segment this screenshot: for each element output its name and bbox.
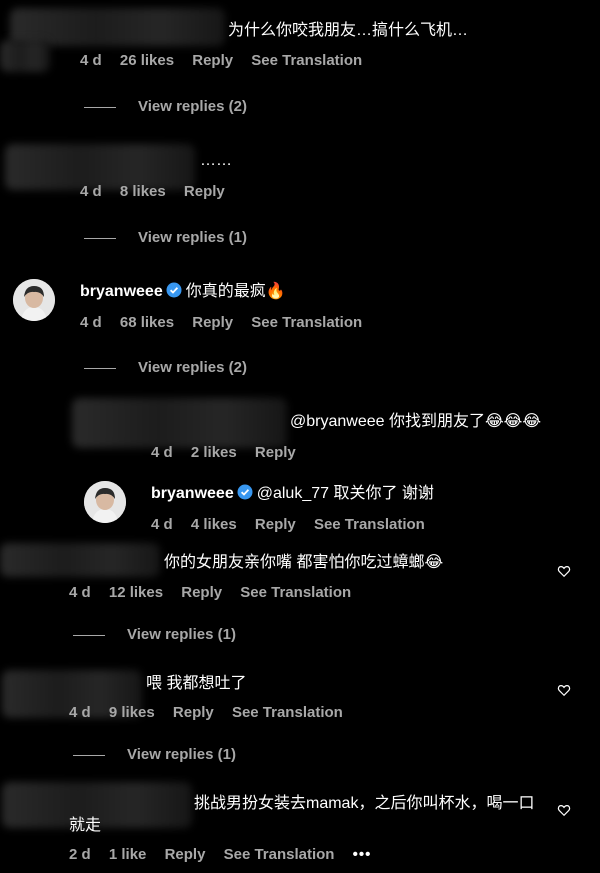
heart-outline-icon[interactable]	[557, 683, 571, 697]
view-replies-label: View replies (2)	[138, 98, 247, 115]
comment-text: @bryanweee 你找到朋友了😂😂😂	[290, 413, 542, 430]
comment-time: 4 d	[151, 444, 173, 461]
replies-line	[84, 237, 116, 239]
comment-text: @aluk_77 取关你了 谢谢	[256, 485, 434, 502]
username[interactable]: bryanweee	[151, 485, 234, 502]
reply-button[interactable]: Reply	[181, 584, 222, 601]
comment-meta: 4 d 26 likes Reply See Translation	[80, 52, 376, 69]
replies-line	[84, 367, 116, 369]
comment-time: 4 d	[69, 704, 91, 721]
view-replies-button[interactable]: View replies (1)	[84, 229, 247, 246]
comment-text-line: bryanweee @aluk_77 取关你了 谢谢	[151, 483, 434, 505]
heart-outline-icon[interactable]	[557, 803, 571, 817]
comment-text: 挑战男扮女装去mamak，之后你叫杯水，喝一口就走	[69, 795, 535, 834]
likes-count[interactable]: 4 likes	[191, 516, 237, 533]
comment-time: 4 d	[80, 183, 102, 200]
view-replies-button[interactable]: View replies (1)	[73, 626, 236, 643]
reply-button[interactable]: Reply	[192, 314, 233, 331]
view-replies-label: View replies (2)	[138, 359, 247, 376]
likes-count[interactable]: 68 likes	[120, 314, 174, 331]
view-replies-label: View replies (1)	[127, 746, 236, 763]
see-translation-button[interactable]: See Translation	[251, 52, 362, 69]
avatar[interactable]	[13, 279, 55, 321]
comment-text: 你的女朋友亲你嘴 都害怕你吃过蟑螂😂	[164, 554, 444, 571]
comment-meta: 4 d 68 likes Reply See Translation	[80, 314, 376, 331]
reply-button[interactable]: Reply	[192, 52, 233, 69]
likes-count[interactable]: 8 likes	[120, 183, 166, 200]
comment-meta: 4 d 9 likes Reply See Translation	[69, 704, 357, 721]
likes-count[interactable]: 1 like	[109, 846, 147, 863]
view-replies-label: View replies (1)	[127, 626, 236, 643]
see-translation-button[interactable]: See Translation	[251, 314, 362, 331]
comment-meta: 4 d 4 likes Reply See Translation	[151, 516, 439, 533]
heart-outline-icon[interactable]	[557, 564, 571, 578]
comment-meta: 4 d 12 likes Reply See Translation	[69, 584, 365, 601]
avatar[interactable]	[84, 481, 126, 523]
see-translation-button[interactable]: See Translation	[240, 584, 351, 601]
likes-count[interactable]: 12 likes	[109, 584, 163, 601]
view-replies-label: View replies (1)	[138, 229, 247, 246]
comment-meta: 4 d 2 likes Reply	[151, 444, 310, 461]
comment-time: 4 d	[151, 516, 173, 533]
verified-badge-icon	[237, 484, 253, 500]
comment-time: 4 d	[69, 584, 91, 601]
comment-text: ……	[200, 152, 232, 169]
see-translation-button[interactable]: See Translation	[314, 516, 425, 533]
comment-time: 4 d	[80, 52, 102, 69]
comment-text: 你真的最疯🔥	[185, 283, 286, 300]
redacted-avatar-username	[0, 543, 160, 577]
reply-button[interactable]: Reply	[255, 516, 296, 533]
comment-text: 喂 我都想吐了	[146, 675, 247, 692]
redacted-avatar	[0, 40, 50, 72]
replies-line	[73, 754, 105, 756]
replies-line	[84, 106, 116, 108]
comment-text: 为什么你咬我朋友…搞什么飞机…	[228, 22, 469, 39]
likes-count[interactable]: 26 likes	[120, 52, 174, 69]
reply-button[interactable]: Reply	[255, 444, 296, 461]
comment-text-line: bryanweee 你真的最疯🔥	[80, 281, 286, 303]
likes-count[interactable]: 9 likes	[109, 704, 155, 721]
verified-badge-icon	[166, 282, 182, 298]
reply-button[interactable]: Reply	[173, 704, 214, 721]
reply-button[interactable]: Reply	[165, 846, 206, 863]
reply-button[interactable]: Reply	[184, 183, 225, 200]
redacted-avatar-username	[72, 398, 287, 448]
replies-line	[73, 634, 105, 636]
comment-time: 4 d	[80, 314, 102, 331]
comment-meta: 4 d 8 likes Reply	[80, 183, 239, 200]
username[interactable]: bryanweee	[80, 283, 163, 300]
view-replies-button[interactable]: View replies (1)	[73, 746, 236, 763]
comment-meta: 2 d 1 like Reply See Translation •••	[69, 846, 385, 863]
more-icon[interactable]: •••	[353, 846, 372, 863]
see-translation-button[interactable]: See Translation	[232, 704, 343, 721]
see-translation-button[interactable]: See Translation	[224, 846, 335, 863]
comment-time: 2 d	[69, 846, 91, 863]
view-replies-button[interactable]: View replies (2)	[84, 359, 247, 376]
likes-count[interactable]: 2 likes	[191, 444, 237, 461]
view-replies-button[interactable]: View replies (2)	[84, 98, 247, 115]
